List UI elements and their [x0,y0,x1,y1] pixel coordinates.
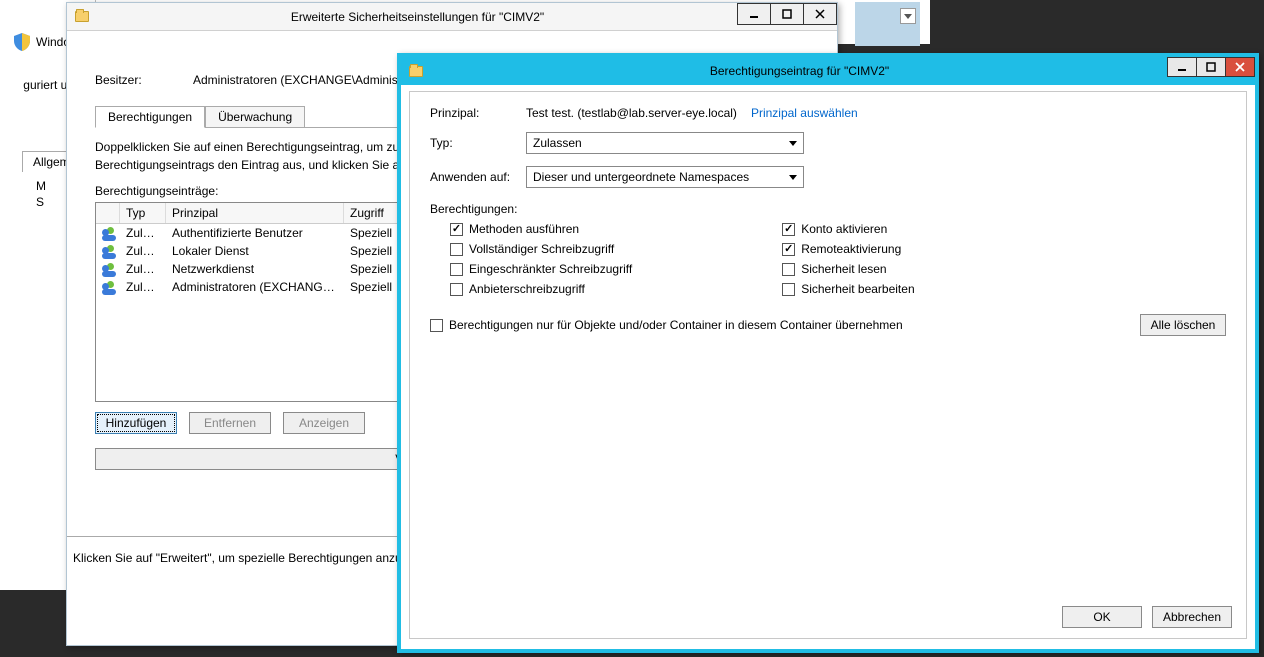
type-select-value: Zulassen [533,136,582,150]
cell-access: Speziell [344,261,402,277]
view-button: Anzeigen [283,412,365,434]
permission-label: Eingeschränkter Schreibzugriff [469,262,632,276]
applyto-select[interactable]: Dieser und untergeordnete Namespaces [526,166,804,188]
cell-typ: Zulas... [120,225,166,241]
permission-label: Sicherheit lesen [801,262,886,276]
folder-icon [73,8,91,26]
titlebar[interactable]: Berechtigungseintrag für "CIMV2" [401,57,1255,85]
cell-typ: Zulas... [120,261,166,277]
window-title: Berechtigungseintrag für "CIMV2" [431,64,1168,78]
applyto-select-value: Dieser und untergeordnete Namespaces [533,170,749,184]
tab-permissions[interactable]: Berechtigungen [95,106,205,128]
permission-checkbox[interactable] [782,223,795,236]
titlebar[interactable]: Erweiterte Sicherheitseinstellungen für … [67,3,837,31]
column-typ[interactable]: Typ [120,203,166,223]
owner-label: Besitzer: [95,73,165,87]
principal-icon [102,280,114,294]
applyto-label: Anwenden auf: [430,170,526,184]
shield-icon [12,32,32,52]
permission-checkbox[interactable] [450,283,463,296]
minimize-button[interactable] [1167,57,1197,77]
permission-label: Methoden ausführen [469,222,579,236]
permission-checkbox[interactable] [782,243,795,256]
column-principal[interactable]: Prinzipal [166,203,344,223]
cell-access: Speziell [344,243,402,259]
close-button[interactable] [1225,57,1255,77]
type-select[interactable]: Zulassen [526,132,804,154]
principal-icon [102,244,114,258]
permission-label: Anbieterschreibzugriff [469,282,585,296]
folder-icon [407,62,425,80]
only-this-container-label: Berechtigungen nur für Objekte und/oder … [449,318,903,332]
permission-label: Sicherheit bearbeiten [801,282,914,296]
cell-principal: Lokaler Dienst [166,243,344,259]
maximize-button[interactable] [1196,57,1226,77]
only-this-container-checkbox[interactable] [430,319,443,332]
principal-label: Prinzipal: [430,106,526,120]
type-label: Typ: [430,136,526,150]
close-button[interactable] [803,3,837,25]
principal-icon [102,262,114,276]
window-title: Erweiterte Sicherheitseinstellungen für … [97,10,738,24]
maximize-button[interactable] [770,3,804,25]
cell-access: Speziell [344,225,402,241]
chevron-down-icon[interactable] [900,8,916,24]
principal-icon [102,226,114,240]
permission-label: Konto aktivieren [801,222,887,236]
clear-all-button[interactable]: Alle löschen [1140,314,1226,336]
permissions-heading: Berechtigungen: [430,202,1226,216]
cell-principal: Administratoren (EXCHANGE... [166,279,344,295]
principal-value: Test test. (testlab@lab.server-eye.local… [526,106,737,120]
minimize-button[interactable] [737,3,771,25]
owner-value: Administratoren (EXCHANGE\Adminis [193,73,398,87]
add-button[interactable]: Hinzufügen [95,412,177,434]
permission-checkbox[interactable] [782,283,795,296]
background-strip-right [855,2,920,46]
permission-entry-window: Berechtigungseintrag für "CIMV2" Prinzip… [397,53,1259,653]
permission-checkbox[interactable] [782,263,795,276]
permission-label: Remoteaktivierung [801,242,901,256]
cell-principal: Netzwerkdienst [166,261,344,277]
background-text-fragment-2: M S [36,178,46,210]
permission-label: Vollständiger Schreibzugriff [469,242,614,256]
select-principal-link[interactable]: Prinzipal auswählen [751,106,858,120]
cell-access: Speziell [344,279,402,295]
cell-typ: Zulas... [120,279,166,295]
cell-typ: Zulas... [120,243,166,259]
remove-button: Entfernen [189,412,271,434]
cell-principal: Authentifizierte Benutzer [166,225,344,241]
column-access[interactable]: Zugriff [344,203,402,223]
permission-checkbox[interactable] [450,263,463,276]
permission-checkbox[interactable] [450,243,463,256]
cancel-button[interactable]: Abbrechen [1152,606,1232,628]
tab-auditing[interactable]: Überwachung [205,106,305,128]
permission-checkbox[interactable] [450,223,463,236]
ok-button[interactable]: OK [1062,606,1142,628]
